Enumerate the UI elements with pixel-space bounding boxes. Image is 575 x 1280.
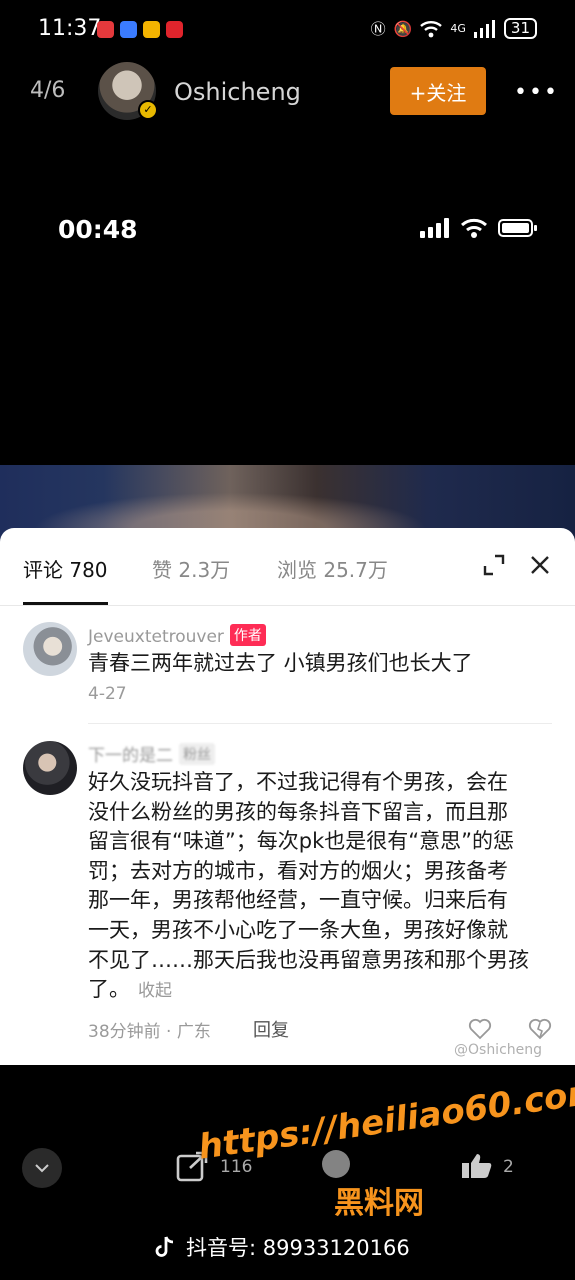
reply-button[interactable]: 回复: [253, 1016, 289, 1042]
like-heart-icon[interactable]: [468, 1018, 492, 1040]
author-name[interactable]: Oshicheng: [174, 78, 301, 106]
collapse-down-button[interactable]: [22, 1148, 62, 1188]
browser-notification-icon: [120, 21, 137, 38]
app-notification-icon: [97, 21, 114, 38]
comment-line: 好久没玩抖音了，不过我记得有个男孩，会在: [88, 770, 508, 794]
comment-date: 4-27: [88, 684, 127, 704]
commenter-avatar[interactable]: [23, 741, 77, 795]
comment-line: 留言很有“味道”；每次pk也是很有“意思”的惩: [88, 829, 515, 854]
active-tab-indicator: [23, 602, 108, 605]
username-text: Jeveuxtetrouver: [88, 627, 224, 647]
page-counter: 4/6: [30, 78, 66, 103]
nfc-icon: Ⓝ: [370, 20, 386, 38]
comment-username[interactable]: 下一的是二 粉丝: [88, 741, 215, 766]
close-icon[interactable]: [527, 552, 553, 578]
douyin-id: 抖音号: 89933120166: [152, 1232, 410, 1262]
comment-panel: 评论 780 赞 2.3万 浏览 25.7万 Jeveuxtetrouver 作者…: [0, 528, 575, 1065]
comment-text: 青春三两年就过去了 小镇男孩们也长大了: [88, 651, 473, 675]
inner-status-icons: [420, 218, 538, 238]
comment-text: 好久没玩抖音了，不过我记得有个男孩，会在 没什么粉丝的男孩的每条抖音下留言，而且…: [88, 768, 558, 1007]
collapse-link[interactable]: 收起: [138, 981, 172, 1001]
comment-line: 没什么粉丝的男孩的每条抖音下留言，而且那: [88, 799, 508, 824]
commenter-avatar[interactable]: [23, 622, 77, 676]
news-notification-icon: [166, 21, 183, 38]
comment-line: 不见了……那天后我也没再留意男孩和那个男孩: [88, 947, 529, 972]
chevron-down-icon: [35, 1164, 49, 1173]
notification-icons: [97, 21, 183, 38]
wifi-icon: [420, 20, 443, 37]
verified-badge-icon: ✓: [138, 100, 158, 120]
weibo-watermark: @Oshicheng: [454, 1042, 543, 1058]
tab-views[interactable]: 浏览 25.7万: [277, 554, 388, 583]
wifi-icon: [461, 218, 487, 238]
inner-status-time: 00:48: [58, 215, 138, 244]
comment-divider: [88, 723, 552, 724]
more-options-button[interactable]: •••: [514, 80, 559, 105]
battery-indicator: 31: [503, 18, 537, 39]
douyin-id-text: 抖音号: 89933120166: [186, 1236, 410, 1260]
tab-comments[interactable]: 评论 780: [23, 554, 108, 583]
like-count: 2: [503, 1157, 514, 1177]
status-time: 11:37: [38, 16, 102, 41]
douyin-logo-icon: [155, 1236, 174, 1257]
weibo-notification-icon: [143, 21, 160, 38]
comment-tabs: 评论 780 赞 2.3万 浏览 25.7万: [0, 528, 575, 606]
comment-last-line: 了。: [88, 977, 130, 1002]
promo-url-overlay: https://heiliao60.com: [196, 1071, 575, 1168]
comment-time-location: 38分钟前 · 广东: [88, 1022, 211, 1042]
thumbs-up-icon[interactable]: [460, 1152, 494, 1180]
comment-line: 那一年，男孩帮他经营，一直守候。归来后有: [88, 888, 508, 913]
status-indicators: Ⓝ 🔕 4G 31: [371, 18, 537, 39]
comment-username[interactable]: Jeveuxtetrouver 作者: [88, 624, 266, 647]
network-label: 4G: [450, 22, 466, 35]
comment-line: 一天，男孩不小心吃了一条大鱼，男孩好像就: [88, 917, 508, 942]
battery-icon: [498, 219, 537, 237]
follow-button[interactable]: +关注: [390, 67, 486, 115]
fan-tag: 粉丝: [179, 743, 215, 765]
comment-line: 罚；去对方的城市，看对方的烟火；男孩备考: [88, 858, 508, 883]
comment-line: 了。 收起: [88, 975, 558, 1007]
tab-likes[interactable]: 赞 2.3万: [152, 554, 230, 583]
promo-name-overlay: 黑料网: [334, 1186, 424, 1221]
author-tag: 作者: [229, 624, 266, 646]
expand-icon[interactable]: [481, 552, 507, 578]
dislike-icon[interactable]: [528, 1018, 552, 1040]
comment-icon[interactable]: [322, 1150, 350, 1178]
signal-icon: [420, 218, 449, 238]
mute-icon: 🔕: [393, 19, 413, 38]
username-text: 下一的是二: [88, 746, 173, 766]
signal-icon: [473, 19, 495, 38]
status-bar: 11:37 Ⓝ 🔕 4G 31: [0, 0, 575, 62]
